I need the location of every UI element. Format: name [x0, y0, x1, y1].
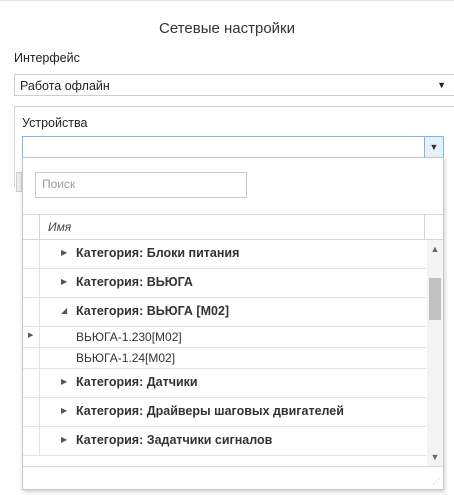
dropdown-arrow-icon[interactable]: ▼: [437, 80, 446, 90]
top-border: [0, 0, 454, 1]
search-input[interactable]: [36, 173, 242, 195]
interface-value: Работа офлайн: [20, 79, 110, 93]
chevron-down-icon[interactable]: ▼: [424, 137, 443, 157]
grid-header: Имя: [23, 215, 443, 240]
tree-category-row[interactable]: ▶ Категория: ВЬЮГА: [23, 269, 426, 298]
resize-grip-icon[interactable]: ⋰: [432, 478, 440, 486]
vertical-scrollbar[interactable]: ▲ ▼: [427, 240, 443, 466]
expand-arrow-icon[interactable]: ▶: [61, 277, 67, 286]
tree-category-row[interactable]: ◢ Категория: ВЬЮГА [M02]: [23, 298, 426, 327]
scroll-down-icon[interactable]: ▼: [427, 448, 443, 466]
scroll-thumb[interactable]: [429, 278, 441, 320]
devices-grid: Имя ▶ Категория: Блоки питания ▶ Категор…: [23, 214, 443, 466]
devices-popup: Имя ▶ Категория: Блоки питания ▶ Категор…: [22, 157, 444, 490]
collapse-arrow-icon[interactable]: ◢: [61, 306, 67, 315]
expand-arrow-icon[interactable]: ▶: [61, 406, 67, 415]
search-box[interactable]: [35, 172, 247, 198]
devices-dropdown[interactable]: ▼: [22, 136, 444, 158]
column-header-name[interactable]: Имя: [48, 220, 71, 234]
dialog-title: Сетевые настройки: [159, 20, 295, 37]
tree-category-row[interactable]: ▶ Категория: Драйверы шаговых двигателей: [23, 398, 426, 427]
tree-category-row[interactable]: ▶ Категория: Блоки питания: [23, 240, 426, 269]
header-divider: [424, 215, 425, 239]
tree-category-row[interactable]: ▶ Категория: Датчики: [23, 369, 426, 398]
expand-arrow-icon[interactable]: ▶: [61, 435, 67, 444]
scroll-up-icon[interactable]: ▲: [427, 240, 443, 258]
interface-label: Интерфейс: [14, 51, 80, 65]
current-row-indicator-icon: ▶: [28, 332, 34, 339]
expand-arrow-icon[interactable]: ▶: [61, 248, 67, 257]
popup-footer-divider: [23, 466, 443, 467]
row-header-gutter: [23, 215, 40, 239]
interface-dropdown[interactable]: Работа офлайн ▼: [14, 74, 454, 96]
expand-arrow-icon[interactable]: ▶: [61, 377, 67, 386]
tree-device-row[interactable]: ВЬЮГА-1.24[M02]: [23, 348, 426, 369]
tree-device-row[interactable]: ▶ ВЬЮГА-1.230[M02]: [23, 327, 426, 348]
tree-category-row[interactable]: ▶ Категория: Задатчики сигналов: [23, 427, 426, 456]
devices-group-label: Устройства: [22, 116, 88, 130]
